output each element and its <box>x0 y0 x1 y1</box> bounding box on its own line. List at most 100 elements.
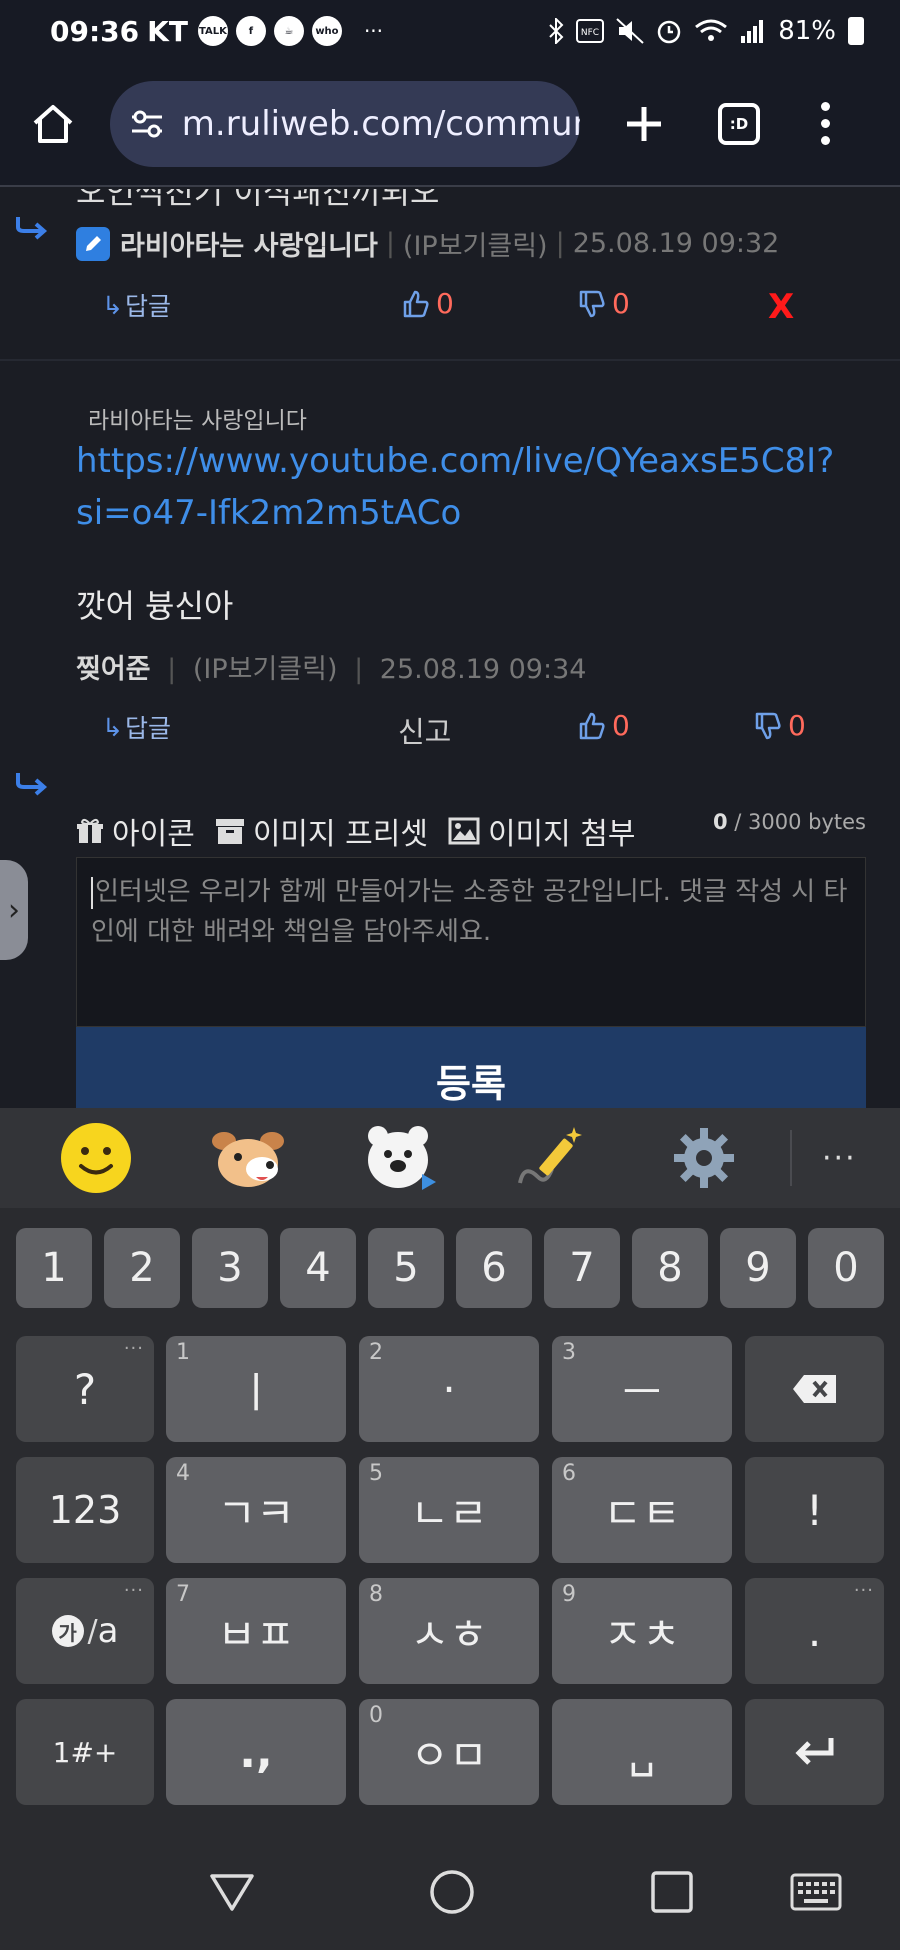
nav-recents-button[interactable] <box>642 1862 702 1922</box>
keyboard: ··· 1 2 3 4 5 6 7 8 9 0 ···? 1ㅣ 2 · 3ㅡ 12… <box>0 1108 900 1828</box>
keyboard-settings-button[interactable] <box>628 1108 780 1208</box>
toolbar-divider <box>790 1130 792 1186</box>
plus-icon <box>627 106 661 141</box>
key-4[interactable]: 4 <box>280 1228 356 1308</box>
key-question[interactable]: ···? <box>16 1336 154 1442</box>
key-2[interactable]: 2 <box>104 1228 180 1308</box>
nav-home-button[interactable] <box>422 1862 482 1922</box>
key-enter[interactable] <box>745 1699 884 1805</box>
circle-icon <box>430 1870 474 1914</box>
emoji-button[interactable] <box>20 1108 172 1208</box>
system-status-icons: NFC 81% <box>548 16 864 46</box>
reply-indent-icon <box>16 773 48 796</box>
triangle-down-icon <box>210 1874 254 1911</box>
key-ieung[interactable]: 0 ㅇㅁ <box>359 1699 539 1805</box>
nav-back-button[interactable] <box>202 1862 262 1922</box>
image-preset-button[interactable]: 이미지 프리셋 <box>215 809 428 853</box>
comment-author[interactable]: 찢어준 <box>76 654 151 685</box>
key-numbers-mode[interactable]: 123 <box>16 1457 154 1563</box>
key-6[interactable]: 6 <box>456 1228 532 1308</box>
key-5[interactable]: 5 <box>368 1228 444 1308</box>
comment-meta: 찢어준 | (IP보기클릭) | 25.08.19 09:34 <box>76 654 587 685</box>
key-punctuation[interactable]: ., <box>166 1699 346 1805</box>
key-7[interactable]: 7 <box>544 1228 620 1308</box>
key-symbols[interactable]: 1#+ <box>16 1699 154 1805</box>
home-button[interactable] <box>26 97 80 151</box>
pencil-icon <box>76 226 110 261</box>
dislike-button[interactable]: 0 <box>754 709 806 742</box>
like-button[interactable]: 0 <box>402 287 454 320</box>
home-icon <box>33 104 73 143</box>
key-8[interactable]: 8 <box>632 1228 708 1308</box>
comment-timestamp: 25.08.19 09:32 <box>572 228 780 259</box>
submit-comment-button[interactable]: 등록 <box>76 1027 866 1109</box>
key-3[interactable]: 3 <box>192 1228 268 1308</box>
delete-button[interactable]: X <box>768 287 794 327</box>
bluetooth-icon <box>549 18 564 44</box>
whowho-icon: who <box>311 16 342 46</box>
comment-author[interactable]: 라비아타는 사랑입니다 <box>120 224 378 263</box>
status-time: 09:36 <box>50 14 140 48</box>
handwriting-button[interactable] <box>476 1108 628 1208</box>
nav-keyboard-button[interactable] <box>786 1862 846 1922</box>
key-9[interactable]: 9 <box>720 1228 796 1308</box>
comment-body: 깟어 븅신아 <box>76 587 234 625</box>
comment-link[interactable]: https://www.youtube.com/live/QYeaxsE5C8I… <box>76 435 836 539</box>
key-language-toggle[interactable]: ··· 가 / a <box>16 1578 154 1684</box>
key-period[interactable]: ···. <box>745 1578 884 1684</box>
more-options-button[interactable]: ··· <box>822 1141 857 1176</box>
chevron-right-icon: › <box>8 892 20 928</box>
system-nav-bar <box>0 1828 900 1950</box>
key-nieun[interactable]: 5 ㄴㄹ <box>359 1457 539 1563</box>
keyboard-toolbar: ··· <box>0 1108 900 1208</box>
key-0[interactable]: 0 <box>808 1228 884 1308</box>
key-digeut[interactable]: 6 ㄷㅌ <box>552 1457 732 1563</box>
comment-timestamp: 25.08.19 09:34 <box>379 654 587 685</box>
status-carrier: KT <box>147 14 188 48</box>
ip-view-link[interactable]: (IP보기클릭) <box>403 224 548 263</box>
key-jieut[interactable]: 9 ㅈㅊ <box>552 1578 732 1684</box>
bear-sticker-icon <box>368 1126 436 1190</box>
comment-divider <box>0 359 900 361</box>
report-button[interactable]: 신고 <box>398 709 451 751</box>
comment-textarea[interactable]: 인터넷은 우리가 함께 만들어가는 소중한 공간입니다. 댓글 작성 시 타인에… <box>76 857 866 1027</box>
backspace-icon <box>792 1375 836 1403</box>
reply-hook-icon: ↳ <box>102 712 123 742</box>
dog-sticker-icon <box>212 1132 284 1187</box>
key-space[interactable]: ␣ <box>552 1699 732 1805</box>
key-exclamation[interactable]: ! <box>745 1457 884 1563</box>
keyboard-icon <box>790 1873 842 1911</box>
signal-icon <box>741 20 764 43</box>
reply-button[interactable]: ↳ 답글 <box>102 287 171 323</box>
bitmoji-button[interactable] <box>324 1108 476 1208</box>
byte-counter: 0 / 3000 bytes <box>713 810 866 834</box>
dislike-button[interactable]: 0 <box>578 287 630 320</box>
icon-picker-button[interactable]: 아이콘 <box>76 809 195 853</box>
url-bar[interactable]: m.ruliweb.com/communi <box>110 80 580 167</box>
image-attach-button[interactable]: 이미지 첨부 <box>448 809 636 853</box>
new-tab-button[interactable] <box>614 94 674 154</box>
key-vowel-horizontal[interactable]: 3ㅡ <box>552 1336 732 1442</box>
key-bieup[interactable]: 7 ㅂㅍ <box>166 1578 346 1684</box>
byte-count: 0 <box>712 810 728 834</box>
side-panel-handle[interactable]: › <box>0 860 28 960</box>
ip-view-link[interactable]: (IP보기클릭) <box>193 654 338 685</box>
square-icon <box>651 1871 693 1913</box>
sticker-button[interactable] <box>172 1108 324 1208</box>
smiley-icon <box>61 1123 131 1193</box>
key-1[interactable]: 1 <box>16 1228 92 1308</box>
key-siot[interactable]: 8 ㅅㅎ <box>359 1578 539 1684</box>
tab-switcher-button[interactable]: :D <box>718 102 760 145</box>
key-giyeok[interactable]: 4 ㄱㅋ <box>166 1457 346 1563</box>
key-vowel-dot[interactable]: 2 · <box>359 1336 539 1442</box>
reply-button[interactable]: ↳ 답글 <box>102 709 171 745</box>
key-vowel-vertical[interactable]: 1ㅣ <box>166 1336 346 1442</box>
browser-menu-button[interactable] <box>818 102 832 145</box>
like-button[interactable]: 0 <box>578 709 630 742</box>
byte-max: / 3000 bytes <box>734 810 866 834</box>
site-settings-icon[interactable] <box>130 104 168 144</box>
key-backspace[interactable] <box>745 1336 884 1442</box>
comment-meta: 라비아타는 사랑입니다 | (IP보기클릭) | 25.08.19 09:32 <box>76 224 779 263</box>
thumbs-up-icon <box>403 290 429 317</box>
comment-actions: ↳ 답글 신고 0 0 <box>0 709 900 749</box>
